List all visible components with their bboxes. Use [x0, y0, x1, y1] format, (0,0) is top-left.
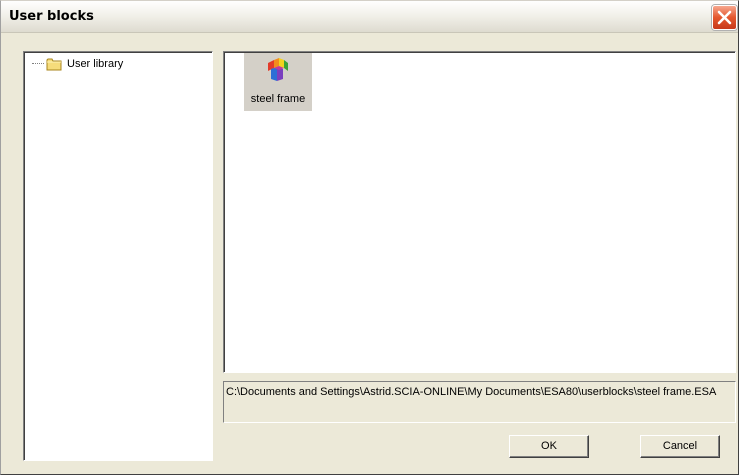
block-item-label: steel frame — [250, 93, 306, 105]
block-list[interactable]: steel frame — [223, 51, 736, 373]
library-tree[interactable]: User library — [23, 51, 213, 461]
cancel-button[interactable]: Cancel — [640, 435, 720, 458]
user-blocks-dialog: User blocks User library steel frame C:\… — [0, 0, 739, 475]
tree-connector — [32, 63, 44, 65]
ok-button[interactable]: OK — [509, 435, 589, 458]
close-button[interactable] — [712, 5, 737, 30]
title-bar[interactable]: User blocks — [1, 1, 738, 33]
block-item-steel-frame[interactable]: steel frame — [244, 53, 312, 111]
close-icon — [717, 10, 732, 25]
file-path-display: C:\Documents and Settings\Astrid.SCIA-ON… — [223, 381, 736, 423]
steel-frame-block-icon — [268, 58, 288, 81]
folder-icon — [46, 58, 62, 71]
tree-item-user-library[interactable]: User library — [32, 56, 125, 72]
dialog-title: User blocks — [9, 9, 94, 24]
tree-item-label: User library — [67, 58, 124, 70]
